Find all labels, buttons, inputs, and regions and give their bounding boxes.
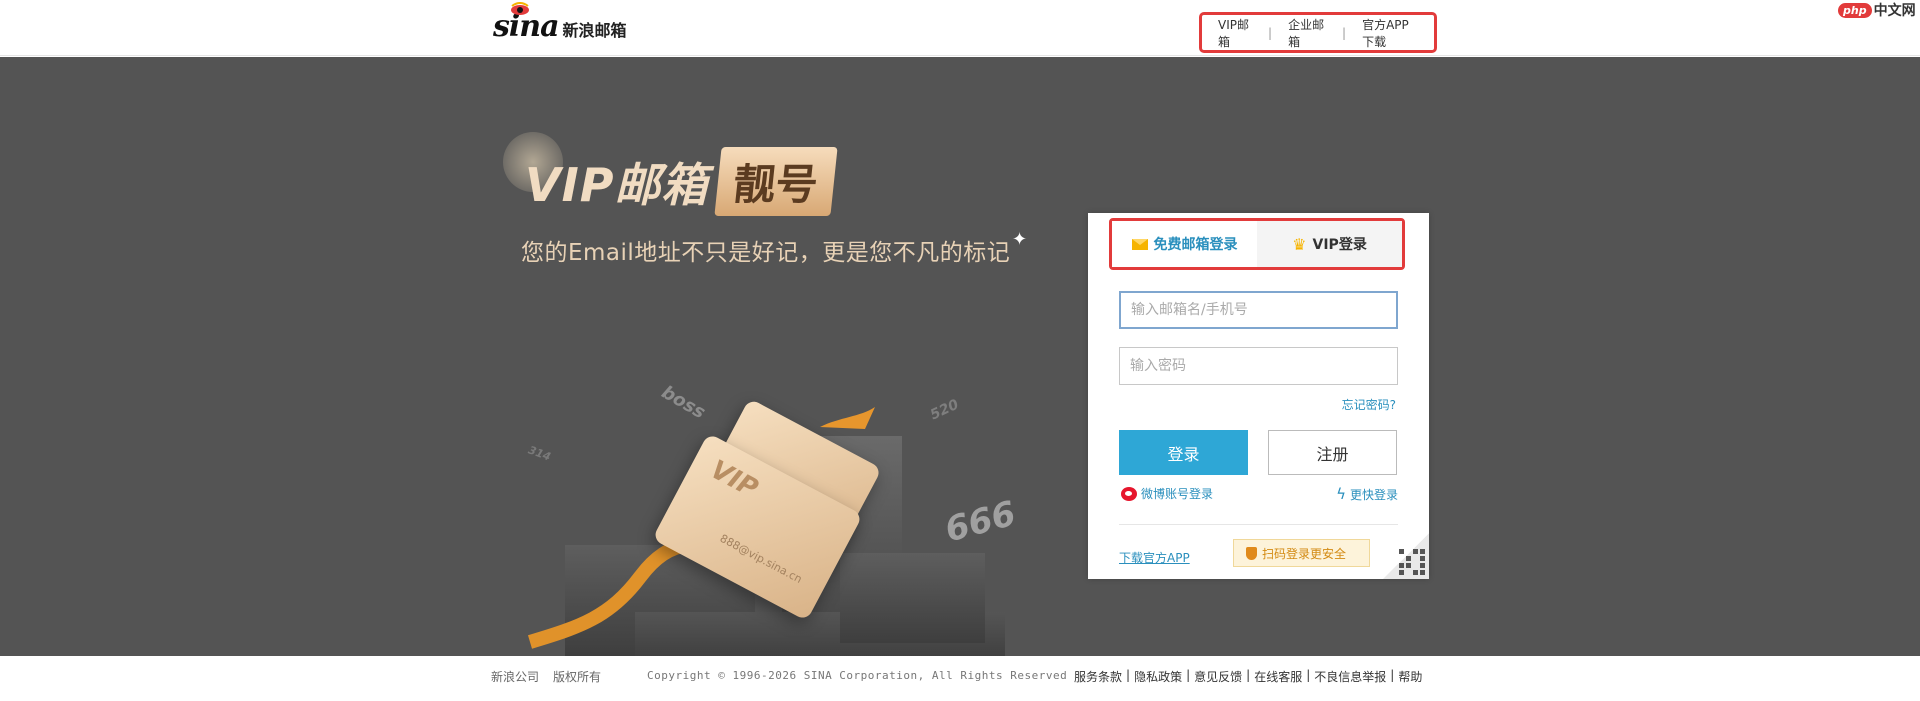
- premium-number-badge: 靓号: [714, 147, 839, 216]
- watermark-text: 中文网: [1873, 3, 1916, 19]
- qr-code-icon: [1399, 549, 1425, 575]
- download-app-link[interactable]: 下载官方APP: [1119, 549, 1190, 566]
- footer-company-name: 新浪公司: [491, 670, 540, 684]
- lightning-icon: ϟ: [1336, 485, 1346, 503]
- footer-company: 新浪公司 版权所有: [491, 668, 601, 685]
- vip-mail-heading: VIP邮箱: [525, 157, 709, 212]
- login-panel: 免费邮箱登录 ♛ VIP登录 忘记密码? 登录 注册 微博账号登录 ϟ 更快登录…: [1088, 213, 1429, 579]
- weibo-login-link[interactable]: 微博账号登录: [1121, 485, 1213, 502]
- footer-help-link[interactable]: 帮助: [1394, 668, 1426, 685]
- tab-vip-label: VIP登录: [1312, 237, 1367, 253]
- divider: [1119, 524, 1398, 525]
- php-cn-watermark: php 中文网: [1838, 0, 1916, 20]
- footer-support-link[interactable]: 在线客服: [1250, 668, 1306, 685]
- quick-login-link[interactable]: ϟ 更快登录: [1336, 485, 1398, 503]
- login-button[interactable]: 登录: [1119, 430, 1248, 475]
- card-email-label: 888@vip.sina.cn: [717, 531, 805, 586]
- footer-feedback-link[interactable]: 意见反馈: [1190, 668, 1246, 685]
- footer-copyright: Copyright © 1996-2026 SINA Corporation, …: [647, 669, 1068, 682]
- password-input[interactable]: [1119, 347, 1398, 385]
- nav-enterprise-mail[interactable]: 企业邮箱: [1272, 16, 1342, 50]
- crown-icon: ♛: [1292, 234, 1307, 254]
- scan-login-label: 扫码登录更安全: [1262, 546, 1347, 561]
- tab-free-label: 免费邮箱登录: [1153, 237, 1238, 253]
- promo-title: VIP邮箱 靓号: [525, 147, 839, 216]
- footer: 新浪公司 版权所有 Copyright © 1996-2026 SINA Cor…: [0, 656, 1920, 701]
- qr-code-toggle[interactable]: [1383, 533, 1429, 579]
- shield-icon: [1246, 546, 1257, 560]
- quick-login-label: 更快登录: [1349, 487, 1398, 502]
- card-vip-label: VIP: [705, 454, 763, 505]
- top-nav: VIP邮箱 | 企业邮箱 | 官方APP下载: [1199, 12, 1437, 53]
- sina-eye-icon: [511, 2, 529, 15]
- footer-terms-link[interactable]: 服务条款: [1070, 668, 1126, 685]
- nav-vip-mail[interactable]: VIP邮箱: [1202, 16, 1268, 50]
- nav-app-download[interactable]: 官方APP下载: [1346, 16, 1434, 50]
- login-tabs: 免费邮箱登录 ♛ VIP登录: [1109, 218, 1405, 270]
- footer-report-link[interactable]: 不良信息举报: [1310, 668, 1390, 685]
- weibo-icon: [1121, 486, 1137, 501]
- forgot-password-link[interactable]: 忘记密码?: [1342, 396, 1396, 413]
- tab-vip-login[interactable]: ♛ VIP登录: [1257, 221, 1402, 267]
- top-header: sina 新浪邮箱 VIP邮箱 | 企业邮箱 | 官方APP下载 php 中文网: [0, 0, 1920, 56]
- footer-rights: 版权所有: [553, 670, 602, 684]
- sparkle-icon: ✦: [1012, 229, 1028, 250]
- logo-text: 新浪邮箱: [562, 21, 627, 40]
- main-banner: VIP邮箱 靓号 您的Email地址不只是好记，更是您不凡的标记 ✦ VIP 8…: [0, 57, 1920, 656]
- scan-login-tip[interactable]: 扫码登录更安全: [1233, 539, 1370, 567]
- weibo-login-label: 微博账号登录: [1141, 487, 1214, 501]
- username-input[interactable]: [1119, 291, 1398, 329]
- envelope-icon: [1131, 238, 1148, 250]
- sina-mail-logo[interactable]: sina 新浪邮箱: [493, 2, 627, 46]
- register-button[interactable]: 注册: [1268, 430, 1397, 475]
- promo-subtitle: 您的Email地址不只是好记，更是您不凡的标记: [521, 240, 1011, 266]
- watermark-badge: php: [1838, 2, 1872, 18]
- vip-card-illustration: VIP 888@vip.sina.cn boss 520 666 314: [520, 317, 1040, 656]
- footer-privacy-link[interactable]: 隐私政策: [1130, 668, 1186, 685]
- footer-links: 服务条款 | 隐私政策 | 意见反馈 | 在线客服 | 不良信息举报 | 帮助: [1070, 668, 1426, 685]
- tab-free-mail-login[interactable]: 免费邮箱登录: [1112, 221, 1257, 267]
